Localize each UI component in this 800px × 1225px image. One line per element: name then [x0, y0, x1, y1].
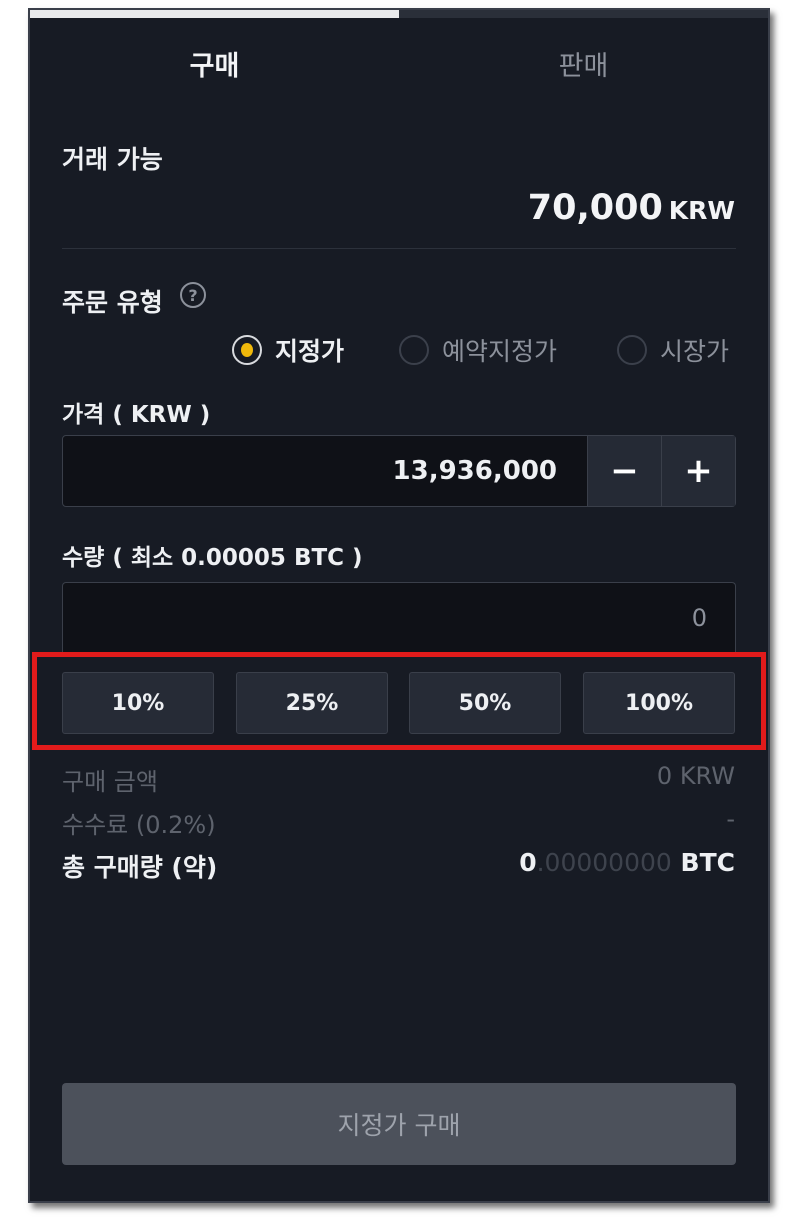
- price-increment-button[interactable]: +: [661, 436, 735, 506]
- total-buy-int: 0: [519, 848, 537, 877]
- price-input[interactable]: 13,936,000: [393, 456, 557, 486]
- help-icon[interactable]: ?: [180, 282, 206, 308]
- available-amount-unit: KRW: [668, 196, 735, 225]
- total-buy-value: 0.00000000 BTC: [519, 848, 735, 877]
- radio-market[interactable]: 시장가: [617, 330, 729, 370]
- radio-unselected-icon[interactable]: [399, 335, 429, 365]
- total-buy-label: 총 구매량 (약): [62, 853, 218, 882]
- percent-50-button[interactable]: 50%: [409, 672, 561, 734]
- radio-stop-limit-label: 예약지정가: [442, 337, 558, 366]
- price-input-box[interactable]: 13,936,000 − +: [62, 435, 736, 507]
- limit-buy-button[interactable]: 지정가 구매: [62, 1083, 736, 1165]
- quantity-label: 수량 ( 최소 0.00005 BTC ): [62, 545, 363, 571]
- fee-value: -: [726, 805, 735, 833]
- tab-indicator-active: [30, 10, 399, 18]
- price-decrement-button[interactable]: −: [587, 436, 661, 506]
- tab-indicator-inactive: [399, 10, 768, 18]
- tab-buy[interactable]: 구매: [30, 44, 399, 83]
- order-tabs: 구매 판매: [30, 10, 768, 115]
- divider: [62, 248, 736, 249]
- radio-unselected-icon[interactable]: [617, 335, 647, 365]
- quantity-input[interactable]: [309, 603, 709, 633]
- buy-amount-value: 0 KRW: [656, 762, 735, 790]
- available-amount-value: 70,000: [527, 188, 663, 228]
- quantity-input-box[interactable]: [62, 582, 736, 654]
- percent-10-button[interactable]: 10%: [62, 672, 214, 734]
- radio-selected-icon[interactable]: [232, 335, 262, 365]
- radio-limit[interactable]: 지정가: [232, 330, 344, 370]
- radio-stop-limit[interactable]: 예약지정가: [399, 330, 557, 370]
- percent-25-button[interactable]: 25%: [236, 672, 388, 734]
- available-label: 거래 가능: [62, 145, 163, 174]
- fee-label: 수수료 (0.2%): [62, 811, 216, 839]
- total-buy-unit: BTC: [680, 848, 735, 877]
- total-buy-frac: .00000000: [536, 848, 672, 877]
- radio-limit-label: 지정가: [275, 337, 345, 366]
- order-panel: 구매 판매 거래 가능 70,000 KRW 주문 유형 ? 지정가 예약지정가 …: [28, 8, 770, 1203]
- percent-100-button[interactable]: 100%: [583, 672, 735, 734]
- tab-sell[interactable]: 판매: [399, 44, 768, 83]
- radio-market-label: 시장가: [660, 337, 730, 366]
- buy-amount-label: 구매 금액: [62, 768, 158, 796]
- available-amount: 70,000 KRW: [528, 188, 735, 228]
- order-type-label: 주문 유형: [62, 288, 163, 317]
- price-label: 가격 ( KRW ): [62, 402, 211, 428]
